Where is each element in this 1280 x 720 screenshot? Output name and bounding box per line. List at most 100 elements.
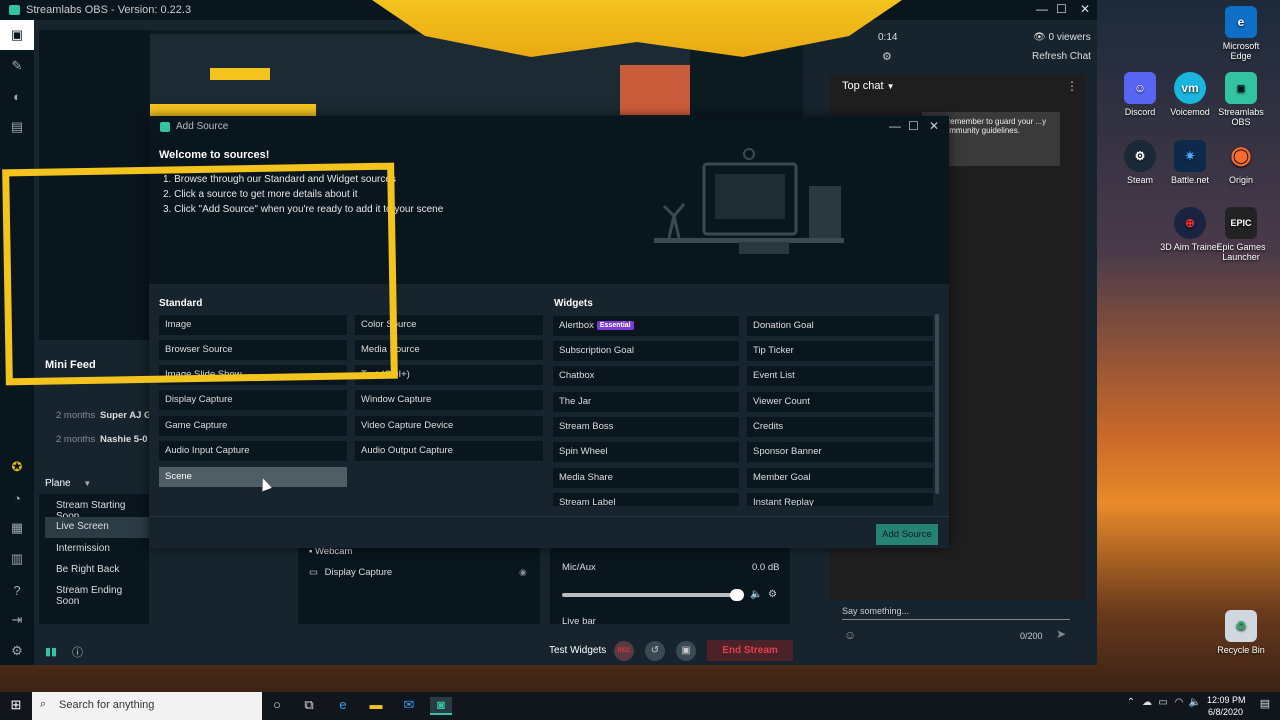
dialog-minimize-button[interactable]: — — [889, 119, 901, 133]
mute-icon[interactable]: 🔈 — [750, 589, 762, 600]
add-source-button[interactable]: Add Source — [876, 524, 938, 545]
rec-button[interactable]: REC — [614, 641, 634, 661]
store-icon[interactable]: ▤ — [0, 112, 34, 142]
mixer-channel-level-0: 0.0 dB — [752, 562, 780, 573]
source-audio-output-capture[interactable]: Audio Output Capture — [355, 441, 543, 461]
widget-alertbox[interactable]: Alertbox Essential — [553, 316, 739, 336]
steam-icon: ⚙ — [1124, 140, 1156, 172]
dialog-close-button[interactable]: ✕ — [929, 119, 939, 133]
discord-icon: ☺ — [1124, 72, 1156, 104]
mini-feed-time-1: 2 months — [56, 410, 96, 421]
volume-icon[interactable]: 🔈 — [1186, 697, 1204, 715]
widget-instant-replay[interactable]: Instant Replay — [747, 493, 933, 506]
desktop-icon-edge[interactable]: e Microsoft Edge — [1211, 6, 1271, 61]
source-item-1[interactable]: ▭ Display Capture — [309, 567, 392, 578]
widget-sponsor-banner[interactable]: Sponsor Banner — [747, 442, 933, 462]
source-scene[interactable]: Scene — [159, 467, 347, 487]
prime-icon[interactable]: ✪ — [0, 452, 34, 482]
widget-the-jar[interactable]: The Jar — [553, 392, 739, 412]
maximize-button[interactable]: ☐ — [1056, 2, 1067, 16]
studio-icon[interactable]: ▥ — [0, 544, 34, 574]
desk-illustration — [654, 148, 844, 254]
widget-chatbox[interactable]: Chatbox — [553, 366, 739, 386]
widget-spin-wheel[interactable]: Spin Wheel — [553, 442, 739, 462]
taskbar-search[interactable]: ⌕ Search for anything — [32, 692, 262, 720]
scene-collection-select[interactable]: Plane ▼ — [45, 478, 91, 489]
widget-subscription-goal[interactable]: Subscription Goal — [553, 341, 739, 361]
dashboard-icon[interactable]: ◐ — [0, 81, 34, 111]
logout-icon[interactable]: ⇥ — [0, 605, 34, 635]
stats-icon[interactable]: ▮▮ — [45, 645, 57, 658]
aim-trainer-icon: ⊕ — [1174, 207, 1206, 239]
mail-icon[interactable]: ✉ — [400, 697, 418, 715]
cortana-icon[interactable]: ○ — [268, 697, 286, 715]
desktop-icon-epic[interactable]: EPIC Epic Games Launcher — [1211, 207, 1271, 262]
edge-icon: e — [1225, 6, 1257, 38]
voicemod-icon: vm — [1174, 72, 1206, 104]
end-stream-button[interactable]: End Stream — [707, 640, 793, 661]
editor-icon[interactable]: ▣ — [0, 20, 34, 50]
chevron-down-icon: ▼ — [83, 479, 92, 488]
widget-donation-goal[interactable]: Donation Goal — [747, 316, 933, 336]
source-video-capture-device[interactable]: Video Capture Device — [355, 416, 543, 436]
chat-menu-icon[interactable]: ⋮ — [1066, 79, 1078, 93]
chat-settings-icon[interactable]: ⚙ — [882, 50, 892, 63]
eye-icon[interactable]: ◉ — [519, 567, 527, 578]
taskbar-time[interactable]: 12:09 PM — [1207, 695, 1246, 705]
screenshot-icon[interactable]: ▣ — [676, 641, 696, 661]
widget-credits[interactable]: Credits — [747, 417, 933, 437]
refresh-chat-button[interactable]: Refresh Chat — [1032, 51, 1091, 62]
file-explorer-icon[interactable]: ▬ — [367, 697, 385, 715]
taskbar-date[interactable]: 6/8/2020 — [1208, 707, 1243, 717]
dialog-maximize-button[interactable]: ☐ — [908, 119, 919, 133]
minimize-button[interactable]: — — [1036, 2, 1048, 16]
source-game-capture[interactable]: Game Capture — [159, 416, 347, 436]
welcome-title: Welcome to sources! — [159, 149, 270, 161]
info-icon[interactable]: ⓘ — [72, 644, 83, 660]
themes-icon[interactable]: ✎ — [0, 51, 34, 81]
chat-mode-select[interactable]: Top chat ▼ — [842, 80, 895, 92]
emoji-icon[interactable]: ☺ — [844, 628, 856, 642]
volume-handle[interactable] — [730, 589, 744, 601]
yellow-overlay-art-small — [210, 68, 270, 80]
recycle-bin-icon: ♻ — [1225, 610, 1257, 642]
notifications-icon[interactable]: ▤ — [1256, 697, 1274, 715]
widget-member-goal[interactable]: Member Goal — [747, 468, 933, 488]
widgets-scroll-area[interactable]: Alertbox Essential Subscription Goal Chat… — [553, 314, 939, 506]
volume-slider[interactable] — [562, 593, 742, 597]
mixer-settings-icon[interactable]: ⚙ — [768, 589, 777, 600]
scene-item-3[interactable]: Be Right Back — [45, 560, 150, 581]
source-audio-input-capture[interactable]: Audio Input Capture — [159, 441, 347, 461]
send-icon[interactable]: ➤ — [1056, 627, 1066, 641]
widget-stream-label[interactable]: Stream Label — [553, 493, 739, 506]
widget-stream-boss[interactable]: Stream Boss — [553, 417, 739, 437]
scene-item-4[interactable]: Stream Ending Soon — [45, 581, 150, 607]
widget-viewer-count[interactable]: Viewer Count — [747, 392, 933, 412]
desktop-icon-origin[interactable]: ◉ Origin — [1211, 140, 1271, 186]
settings-icon[interactable]: ⚙ — [0, 636, 34, 665]
close-button[interactable]: ✕ — [1080, 2, 1090, 16]
scene-item-2[interactable]: Intermission — [45, 539, 150, 560]
edge-taskbar-icon[interactable]: e — [334, 697, 352, 715]
widget-tip-ticker[interactable]: Tip Ticker — [747, 341, 933, 361]
widgets-scrollbar[interactable] — [935, 314, 939, 494]
source-display-capture[interactable]: Display Capture — [159, 390, 347, 410]
desktop-icon-recycle-bin[interactable]: ♻ Recycle Bin — [1211, 610, 1271, 655]
alert-icon[interactable]: ◔ — [0, 483, 34, 513]
streamlabs-taskbar-icon[interactable]: ◙ — [430, 697, 452, 715]
desktop-icon-streamlabs[interactable]: ◙ Streamlabs OBS — [1211, 72, 1271, 127]
mini-feed-time-2: 2 months — [56, 434, 96, 445]
widget-media-share[interactable]: Media Share — [553, 468, 739, 488]
layout-icon[interactable]: ▦ — [0, 513, 34, 543]
replay-buffer-icon[interactable]: ↺ — [645, 641, 665, 661]
help-icon[interactable]: ? — [0, 575, 34, 605]
task-view-icon[interactable]: ⧉ — [300, 697, 318, 715]
scene-item-0[interactable]: Stream Starting Soon — [45, 496, 150, 522]
dialog-titlebar[interactable]: Add Source — ☐ ✕ — [149, 116, 949, 138]
test-widgets-button[interactable]: Test Widgets — [549, 645, 606, 656]
windows-start-icon[interactable]: ⊞ — [7, 697, 25, 715]
widget-event-list[interactable]: Event List — [747, 366, 933, 386]
chat-input[interactable]: Say something... — [842, 602, 1070, 620]
source-window-capture[interactable]: Window Capture — [355, 390, 543, 410]
scene-item-1[interactable]: Live Screen — [45, 517, 150, 538]
